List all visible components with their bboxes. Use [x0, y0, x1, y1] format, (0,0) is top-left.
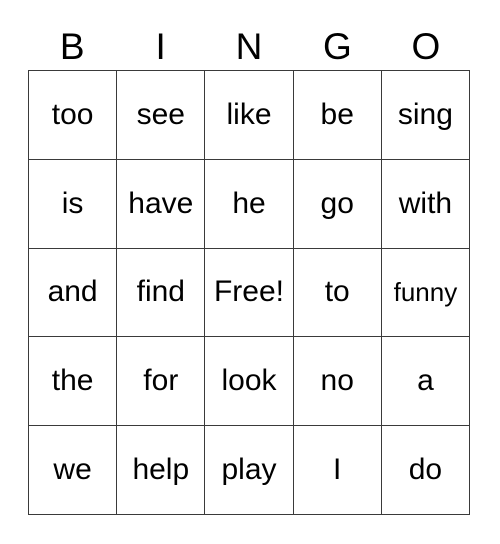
bingo-cell-label: no [320, 364, 354, 398]
bingo-cell-g5[interactable]: I [293, 426, 382, 515]
bingo-row: is have he go with [29, 159, 471, 249]
bingo-cell-i3[interactable]: find [117, 248, 206, 338]
bingo-header-letter-g: G [323, 25, 352, 67]
bingo-cell-n1[interactable]: like [205, 71, 294, 160]
bingo-cell-label: funny [393, 277, 458, 308]
bingo-cell-label: the [51, 364, 94, 398]
bingo-free-space-label: Free! [213, 275, 285, 309]
bingo-cell-label: see [136, 97, 185, 131]
bingo-header-letter-n: N [235, 25, 263, 67]
bingo-cell-label: sing [397, 97, 453, 131]
bingo-cell-label: find [136, 275, 185, 309]
bingo-cell-n4[interactable]: look [205, 337, 294, 427]
bingo-cell-o5[interactable]: do [381, 426, 471, 515]
bingo-cell-label: help [132, 453, 190, 487]
bingo-cell-free-space[interactable]: Free! [205, 248, 294, 338]
bingo-cell-o1[interactable]: sing [381, 71, 471, 160]
bingo-header-letter-b: B [59, 25, 85, 67]
bingo-cell-label: go [320, 186, 354, 220]
bingo-cell-label: we [53, 453, 92, 487]
bingo-cell-i2[interactable]: have [117, 159, 206, 249]
bingo-cell-b2[interactable]: is [29, 159, 118, 249]
bingo-header-letter-o: O [411, 25, 441, 67]
bingo-cell-g1[interactable]: be [293, 71, 382, 160]
bingo-cell-label: I [333, 453, 342, 487]
bingo-cell-label: for [143, 364, 179, 398]
bingo-row: we help play I do [29, 426, 471, 515]
bingo-cell-label: be [320, 97, 354, 131]
bingo-row: too see like be sing [29, 71, 471, 160]
bingo-cell-b4[interactable]: the [29, 337, 118, 427]
bingo-cell-g2[interactable]: go [293, 159, 382, 249]
bingo-cell-label: play [221, 453, 277, 487]
bingo-cell-label: with [398, 186, 453, 220]
bingo-cell-label: look [221, 364, 277, 398]
bingo-cell-label: is [61, 186, 84, 220]
bingo-row: and find Free! to funny [29, 248, 471, 338]
bingo-card: B I N G O too see like be sing is have h… [0, 0, 500, 544]
bingo-cell-i1[interactable]: see [117, 71, 206, 160]
bingo-cell-g3[interactable]: to [293, 248, 382, 338]
bingo-cell-b1[interactable]: too [29, 71, 118, 160]
bingo-cell-label: like [226, 97, 272, 131]
bingo-cell-i4[interactable]: for [117, 337, 206, 427]
bingo-cell-i5[interactable]: help [117, 426, 206, 515]
bingo-header-row: B I N G O [28, 22, 470, 70]
bingo-cell-n5[interactable]: play [205, 426, 294, 515]
bingo-row: the for look no a [29, 337, 471, 427]
bingo-cell-o3[interactable]: funny [381, 248, 471, 338]
bingo-cell-n2[interactable]: he [205, 159, 294, 249]
bingo-cell-o2[interactable]: with [381, 159, 471, 249]
bingo-cell-label: he [232, 186, 266, 220]
bingo-grid: too see like be sing is have he go with … [28, 70, 471, 515]
bingo-cell-label: and [47, 275, 98, 309]
bingo-cell-b3[interactable]: and [29, 248, 118, 338]
bingo-cell-label: do [408, 453, 443, 487]
bingo-cell-o4[interactable]: a [381, 337, 471, 427]
bingo-cell-label: have [128, 186, 194, 220]
bingo-cell-label: too [51, 97, 94, 131]
bingo-cell-g4[interactable]: no [293, 337, 382, 427]
bingo-header-letter-i: I [155, 25, 166, 67]
bingo-cell-label: to [324, 275, 350, 309]
bingo-cell-b5[interactable]: we [29, 426, 118, 515]
bingo-cell-label: a [417, 364, 434, 398]
